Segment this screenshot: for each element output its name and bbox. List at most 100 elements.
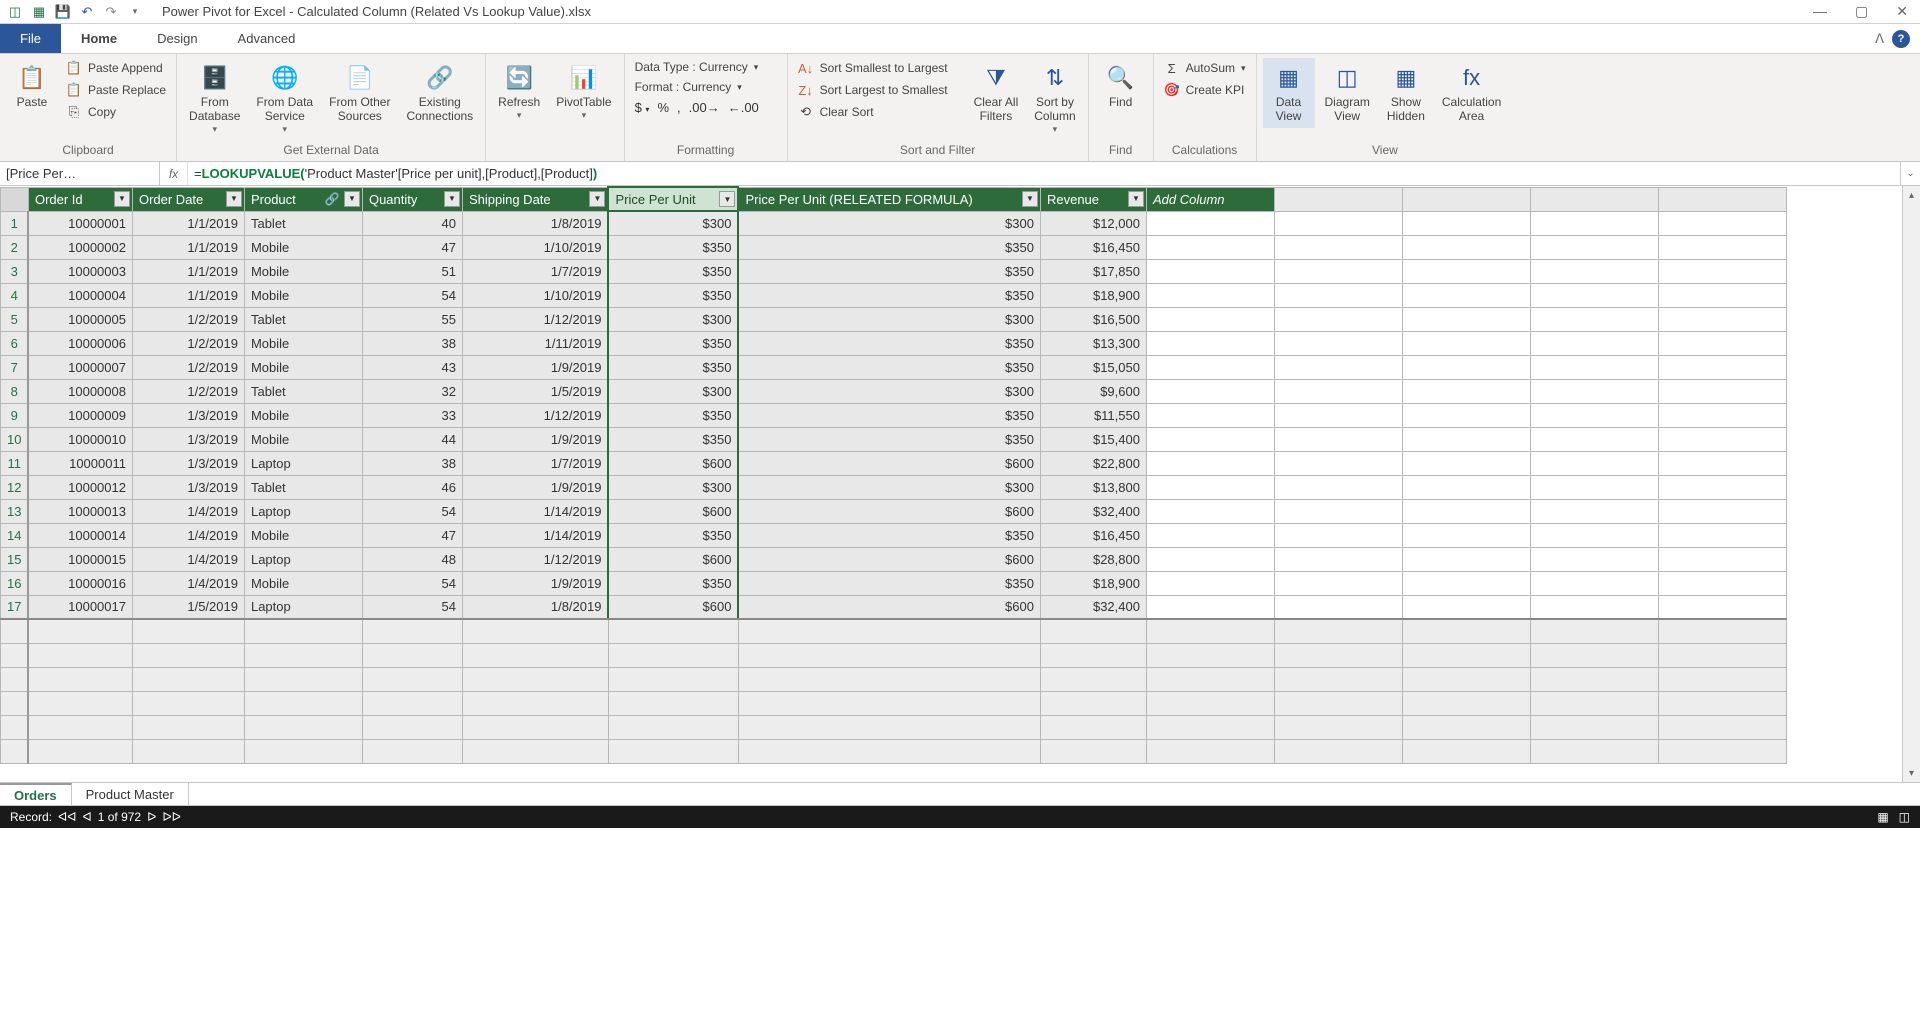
cell[interactable]: 10000005: [28, 307, 132, 331]
pivottable-button[interactable]: 📊PivotTable▾: [550, 58, 617, 125]
undo-icon[interactable]: ↶: [78, 3, 96, 21]
cell[interactable]: 1/7/2019: [462, 259, 608, 283]
cell[interactable]: [1658, 451, 1786, 475]
cell[interactable]: [1530, 523, 1658, 547]
qat-more-icon[interactable]: ▾: [126, 3, 144, 21]
cell[interactable]: $11,550: [1040, 403, 1146, 427]
cell[interactable]: 1/4/2019: [132, 523, 244, 547]
cell[interactable]: [738, 715, 1040, 739]
cell[interactable]: 1/3/2019: [132, 451, 244, 475]
cell[interactable]: [1274, 571, 1402, 595]
calc-area-row[interactable]: [1, 619, 1787, 643]
col-revenue[interactable]: Revenue▼: [1040, 187, 1146, 211]
cell[interactable]: Mobile: [244, 571, 362, 595]
cell[interactable]: $12,000: [1040, 211, 1146, 235]
paste-replace-button[interactable]: 📋Paste Replace: [62, 80, 170, 100]
cell[interactable]: [1658, 499, 1786, 523]
cell[interactable]: [462, 715, 608, 739]
filter-dropdown-icon[interactable]: ▼: [344, 191, 360, 207]
cell[interactable]: [462, 643, 608, 667]
cell[interactable]: [1146, 667, 1274, 691]
cell[interactable]: 51: [362, 259, 462, 283]
cell[interactable]: [1530, 643, 1658, 667]
cell[interactable]: [1274, 619, 1402, 643]
sheet-tab-product-master[interactable]: Product Master: [72, 783, 189, 805]
calc-area-row[interactable]: [1, 643, 1787, 667]
cell[interactable]: [132, 619, 244, 643]
cell[interactable]: 1/1/2019: [132, 283, 244, 307]
cell[interactable]: [738, 619, 1040, 643]
cell[interactable]: [1658, 571, 1786, 595]
cell[interactable]: [1530, 235, 1658, 259]
cell[interactable]: [608, 643, 738, 667]
cell[interactable]: [1402, 331, 1530, 355]
cell[interactable]: [1658, 547, 1786, 571]
sheet-tab-orders[interactable]: Orders: [0, 783, 72, 805]
cell[interactable]: [608, 739, 738, 763]
cell[interactable]: [1146, 595, 1274, 619]
cell[interactable]: [244, 667, 362, 691]
cell[interactable]: 1/3/2019: [132, 403, 244, 427]
from-data-service-button[interactable]: 🌐From Data Service▾: [250, 58, 319, 139]
cell[interactable]: [362, 715, 462, 739]
row-header[interactable]: 3: [1, 259, 29, 283]
row-header[interactable]: 5: [1, 307, 29, 331]
sort-desc-button[interactable]: Z↓Sort Largest to Smallest: [794, 80, 964, 100]
cell[interactable]: 1/2/2019: [132, 307, 244, 331]
table-row[interactable]: 4100000041/1/2019Mobile541/10/2019$350$3…: [1, 283, 1787, 307]
cell[interactable]: $9,600: [1040, 379, 1146, 403]
cell[interactable]: [1658, 691, 1786, 715]
cell[interactable]: [1274, 667, 1402, 691]
cell[interactable]: [1274, 211, 1402, 235]
cell[interactable]: 1/3/2019: [132, 475, 244, 499]
cell[interactable]: [1274, 235, 1402, 259]
cell[interactable]: $350: [738, 523, 1040, 547]
cell[interactable]: [1146, 571, 1274, 595]
calc-area-row[interactable]: [1, 691, 1787, 715]
col-price-per-unit-related[interactable]: Price Per Unit (RELEATED FORMULA)▼: [738, 187, 1040, 211]
table-row[interactable]: 5100000051/2/2019Tablet551/12/2019$300$3…: [1, 307, 1787, 331]
cell[interactable]: 33: [362, 403, 462, 427]
cell[interactable]: 1/1/2019: [132, 259, 244, 283]
paste-button[interactable]: 📋 Paste: [6, 58, 58, 114]
cell[interactable]: [1040, 691, 1146, 715]
row-header[interactable]: 1: [1, 211, 29, 235]
cell[interactable]: [1274, 523, 1402, 547]
row-header[interactable]: 6: [1, 331, 29, 355]
cell[interactable]: [1402, 307, 1530, 331]
cell[interactable]: [1146, 211, 1274, 235]
row-header[interactable]: 10: [1, 427, 29, 451]
cell[interactable]: $300: [738, 211, 1040, 235]
scroll-up-icon[interactable]: ▴: [1903, 186, 1920, 204]
cell[interactable]: 1/8/2019: [462, 211, 608, 235]
col-price-per-unit[interactable]: Price Per Unit▼: [608, 187, 738, 211]
cell[interactable]: 54: [362, 571, 462, 595]
cell[interactable]: Mobile: [244, 331, 362, 355]
cell[interactable]: 1/4/2019: [132, 571, 244, 595]
cell[interactable]: 40: [362, 211, 462, 235]
cell[interactable]: 1/7/2019: [462, 451, 608, 475]
cell[interactable]: 47: [362, 235, 462, 259]
cell[interactable]: 44: [362, 427, 462, 451]
cell[interactable]: [1146, 331, 1274, 355]
cell[interactable]: 1/3/2019: [132, 427, 244, 451]
cell[interactable]: [738, 691, 1040, 715]
cell[interactable]: [608, 619, 738, 643]
expand-formula-button[interactable]: ⌄: [1900, 162, 1920, 185]
cell[interactable]: [1274, 307, 1402, 331]
cell[interactable]: [1658, 427, 1786, 451]
cell[interactable]: 10000011: [28, 451, 132, 475]
cell[interactable]: 1/1/2019: [132, 211, 244, 235]
cell[interactable]: 1/9/2019: [462, 475, 608, 499]
record-first-button[interactable]: ᐊᐊ: [58, 810, 76, 824]
cell[interactable]: [1402, 571, 1530, 595]
decrease-decimals-button[interactable]: ←.00: [728, 100, 759, 115]
increase-decimals-button[interactable]: .00→: [689, 100, 720, 115]
cell[interactable]: 10000007: [28, 355, 132, 379]
cell[interactable]: [1146, 619, 1274, 643]
cell[interactable]: [1658, 211, 1786, 235]
cell[interactable]: 1/11/2019: [462, 331, 608, 355]
cell[interactable]: [1274, 547, 1402, 571]
cell[interactable]: $350: [738, 403, 1040, 427]
cell[interactable]: [244, 691, 362, 715]
